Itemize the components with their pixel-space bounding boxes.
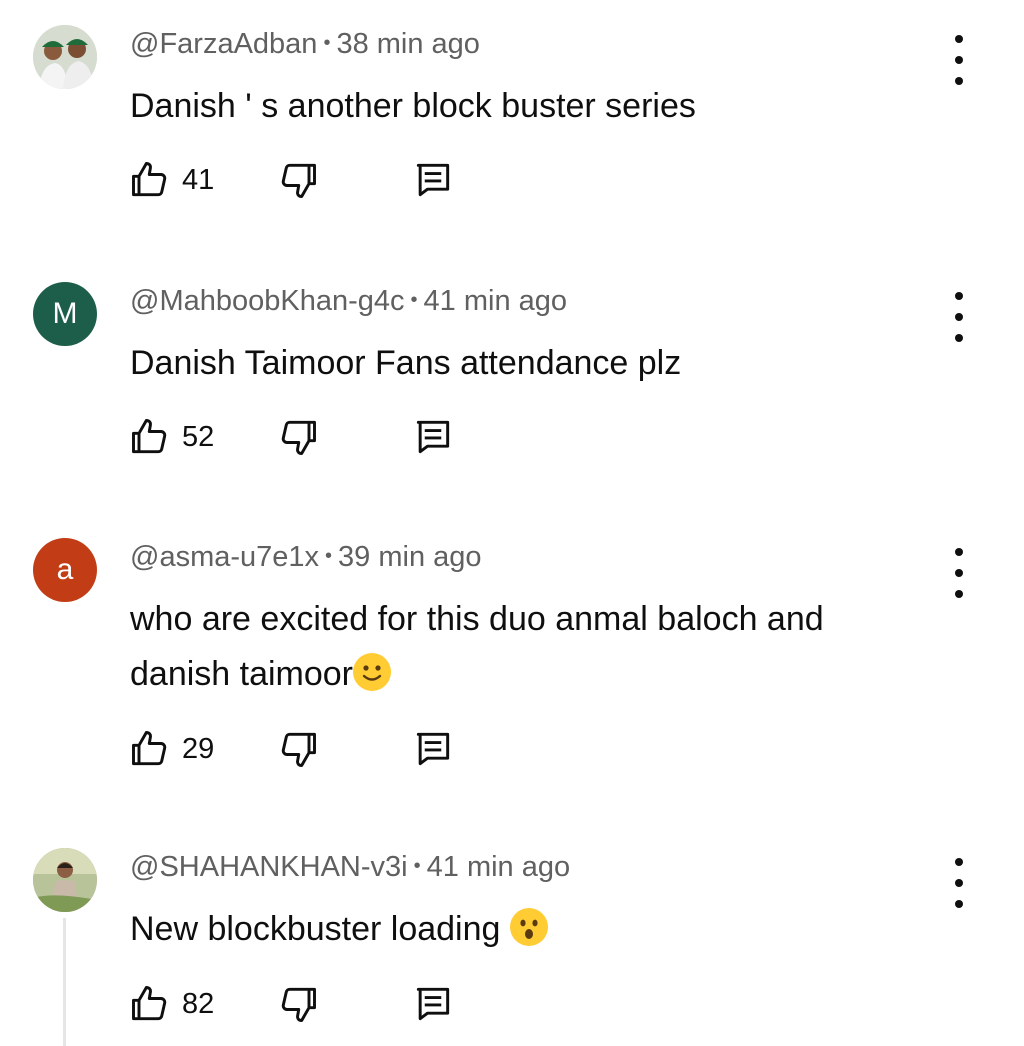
comment-text: who are excited for this duo anmal baloc…	[130, 592, 920, 702]
thumbs-up-icon[interactable]	[128, 982, 172, 1026]
thumbs-down-icon[interactable]	[276, 982, 320, 1026]
comment-actions: 41	[128, 158, 488, 208]
author-handle[interactable]: @MahboobKhan-g4c	[130, 285, 405, 317]
separator-dot: •	[323, 32, 331, 54]
comment-text: Danish ' s another block buster series	[130, 87, 696, 125]
comment-actions: 29	[128, 727, 488, 777]
comment-actions: 52	[128, 415, 488, 465]
comment-time[interactable]: 41 min ago	[424, 285, 568, 317]
thumbs-down-icon[interactable]	[276, 158, 320, 202]
thumbs-down-icon[interactable]	[276, 727, 320, 771]
comment-time[interactable]: 38 min ago	[336, 28, 480, 60]
more-vertical-icon[interactable]	[944, 858, 974, 908]
author-handle[interactable]: @asma-u7e1x	[130, 541, 319, 573]
like-count: 82	[182, 988, 215, 1020]
separator-dot: •	[325, 545, 333, 567]
avatar[interactable]	[33, 25, 97, 89]
comment-time[interactable]: 39 min ago	[338, 541, 482, 573]
author-handle[interactable]: @SHAHANKHAN-v3i	[130, 851, 408, 883]
comment-meta: @FarzaAdban • 38 min ago	[130, 28, 480, 61]
reply-comment-icon[interactable]	[411, 982, 455, 1026]
like-count: 29	[182, 733, 215, 765]
hushed-face-icon	[509, 908, 548, 946]
more-vertical-icon[interactable]	[944, 35, 974, 85]
thumbs-up-icon[interactable]	[128, 415, 172, 459]
avatar-letter: M	[52, 297, 78, 330]
thumbs-down-icon[interactable]	[276, 415, 320, 459]
avatar[interactable]: M	[33, 282, 97, 346]
thumbs-up-icon[interactable]	[128, 727, 172, 771]
avatar[interactable]	[33, 848, 97, 912]
comment-time[interactable]: 41 min ago	[427, 851, 571, 883]
comment-text-line: who are excited for this duo anmal baloc…	[130, 600, 824, 638]
comment-text: Danish Taimoor Fans attendance plz	[130, 344, 682, 382]
reply-comment-icon[interactable]	[411, 415, 455, 459]
comment-actions: 82	[128, 982, 488, 1032]
avatar-letter: a	[56, 553, 74, 586]
reply-comment-icon[interactable]	[411, 727, 455, 771]
reply-thread-line	[63, 918, 66, 1046]
like-count: 52	[182, 421, 215, 453]
avatar-photo-icon	[33, 25, 97, 89]
comment-meta: @SHAHANKHAN-v3i • 41 min ago	[130, 851, 570, 884]
reply-comment-icon[interactable]	[411, 158, 455, 202]
more-vertical-icon[interactable]	[944, 292, 974, 342]
separator-dot: •	[413, 855, 421, 877]
author-handle[interactable]: @FarzaAdban	[130, 28, 317, 60]
comment-meta: @MahboobKhan-g4c • 41 min ago	[130, 285, 567, 318]
avatar[interactable]: a	[33, 538, 97, 602]
comment-text-line: danish taimoor	[130, 655, 354, 693]
comment-text-line: New blockbuster loading	[130, 910, 510, 948]
comment-meta: @asma-u7e1x • 39 min ago	[130, 541, 482, 574]
avatar-photo-icon	[33, 848, 97, 912]
separator-dot: •	[410, 289, 418, 311]
slightly-smiling-face-icon	[353, 653, 392, 691]
like-count: 41	[182, 164, 215, 196]
thumbs-up-icon[interactable]	[128, 158, 172, 202]
comment-text: New blockbuster loading	[130, 902, 920, 957]
more-vertical-icon[interactable]	[944, 548, 974, 598]
